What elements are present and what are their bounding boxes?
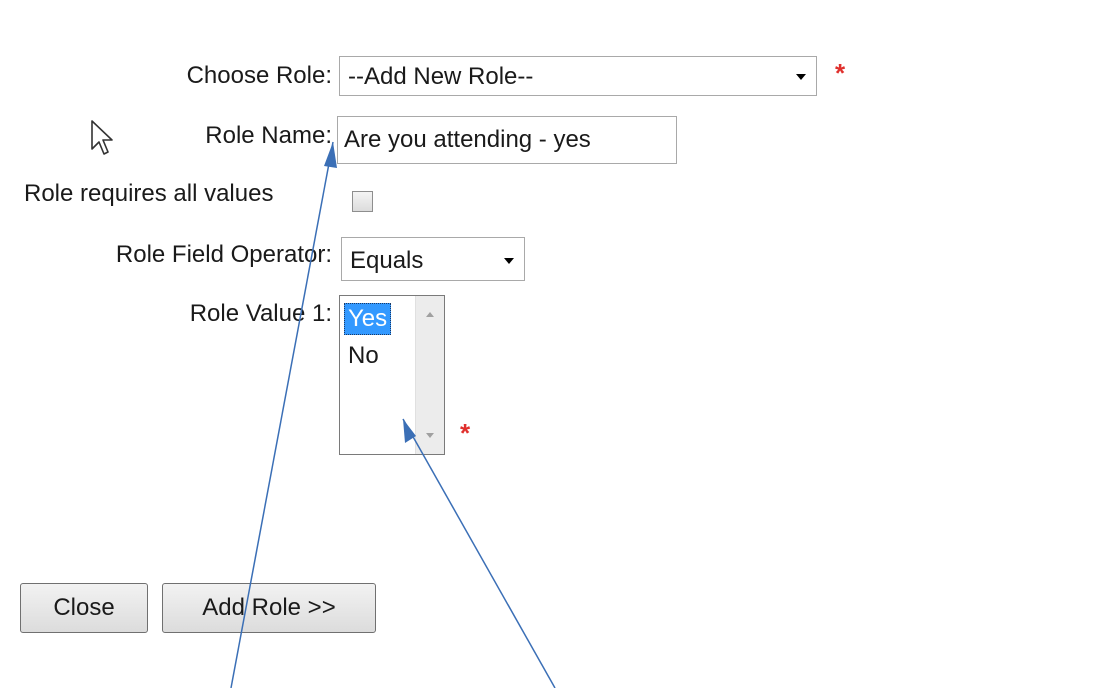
required-marker: *	[460, 418, 471, 448]
close-button[interactable]: Close	[20, 583, 148, 633]
role-field-operator-select[interactable]: Equals	[341, 237, 525, 281]
role-field-operator-value: Equals	[350, 247, 424, 274]
chevron-down-icon	[504, 258, 514, 264]
role-name-value: Are you attending - yes	[344, 126, 591, 153]
chevron-down-icon	[796, 74, 806, 80]
annotation-arrow-role-value	[402, 418, 556, 688]
listbox-scrollbar[interactable]	[415, 296, 444, 454]
scroll-down-icon[interactable]	[426, 433, 434, 438]
list-option-no[interactable]: No	[344, 340, 383, 372]
role-field-operator-label: Role Field Operator:	[115, 241, 332, 268]
list-option-yes[interactable]: Yes	[344, 303, 392, 335]
role-requires-all-checkbox[interactable]	[352, 191, 373, 212]
role-value-1-listbox[interactable]: Yes No	[339, 295, 445, 455]
scroll-up-icon[interactable]	[426, 312, 434, 317]
role-value-1-label: Role Value 1:	[189, 300, 332, 327]
role-requires-all-label: Role requires all values	[24, 180, 274, 207]
role-name-label: Role Name:	[205, 122, 332, 149]
role-name-input[interactable]: Are you attending - yes	[337, 116, 677, 164]
choose-role-select[interactable]: --Add New Role--	[339, 56, 817, 96]
choose-role-label: Choose Role:	[186, 62, 332, 89]
choose-role-value: --Add New Role--	[348, 63, 534, 90]
add-role-button[interactable]: Add Role >>	[162, 583, 376, 633]
required-marker: *	[835, 58, 846, 88]
mouse-cursor-icon	[91, 120, 113, 155]
